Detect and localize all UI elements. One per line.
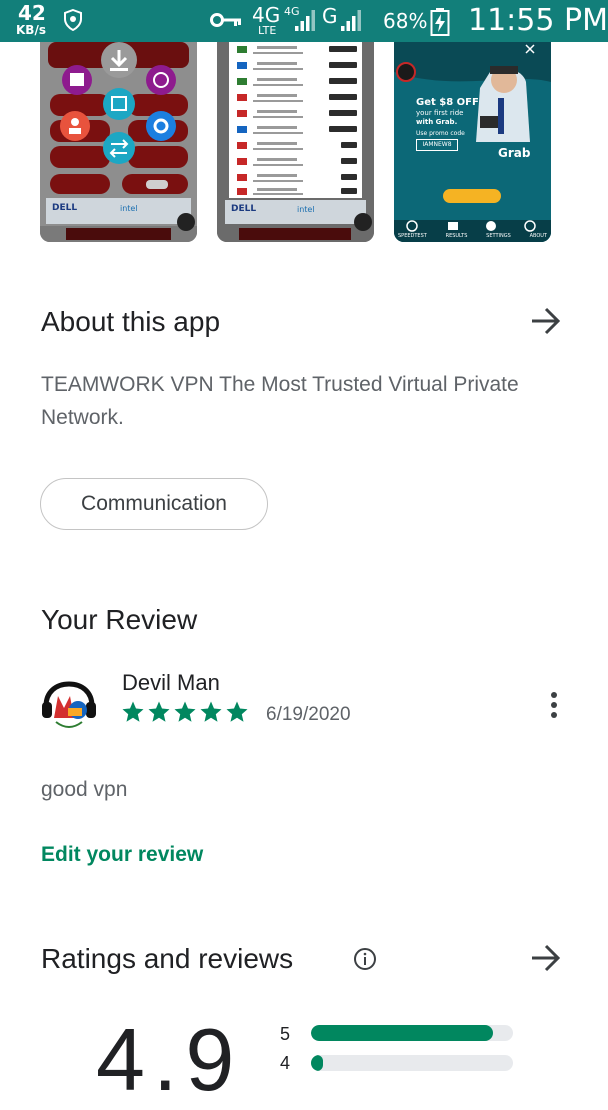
network-type: 4G [252,3,281,27]
rating-bar-5 [311,1025,513,1041]
rating-bar-label-4: 4 [280,1053,291,1073]
app-screenshot-1[interactable]: DELL intel [40,42,197,242]
more-vert-icon[interactable] [544,690,564,720]
screenshot-nav: SPEEDTEST RESULTS SETTINGS ABOUT [398,233,547,239]
status-bar: 42 KB/s 4G LTE 4G G 68% 11:55 PM [0,0,608,42]
star-icon [148,701,170,722]
about-title[interactable]: About this app [41,305,220,339]
category-chip[interactable]: Communication [40,478,268,530]
edit-review-link[interactable]: Edit your review [41,840,203,870]
signal-icon [295,10,315,31]
screenshot-carousel[interactable]: DELL intel DELL intel Get $8 OFF your fi… [0,42,608,243]
nav-results: RESULTS [445,233,468,239]
nav-settings: SETTINGS [486,233,511,239]
net-speed-value: 42 [18,1,46,25]
reviewer-name: Devil Man [122,670,220,695]
battery-percent: 68% [383,9,428,33]
star-icon [122,701,144,722]
rating-bar-4 [311,1055,513,1071]
review-text: good vpn [41,778,128,801]
arrow-right-icon[interactable] [530,306,562,336]
app-screenshot-3[interactable]: Get $8 OFF your first ride with Grab. Us… [394,42,551,242]
signal-icon [341,10,361,31]
dell-badge: DELL [52,203,78,213]
nav-speedtest: SPEEDTEST [398,233,427,239]
network-type-g: G [322,4,338,28]
star-icon [174,701,196,722]
review-star-rating [121,700,249,726]
app-screenshot-2[interactable]: DELL intel [217,42,374,242]
avatar [40,678,98,736]
star-icon [226,701,248,722]
promo-line-2: with Grab. [416,118,458,126]
your-review-title: Your Review [41,604,198,635]
promo-code: IAMNEW8 [416,139,458,151]
intel-badge: intel [297,205,315,214]
rating-bar-fill [311,1025,493,1041]
promo-brand: Grab [498,146,531,160]
app-description: TEAMWORK VPN The Most Trusted Virtual Pr… [41,373,519,429]
promo-line-1: your first ride [416,109,464,117]
battery-charging-icon [430,8,450,36]
review-date: 6/19/2020 [266,704,351,725]
intel-badge: intel [120,204,138,213]
star-icon [200,701,222,722]
key-icon [210,13,241,27]
arrow-right-icon[interactable] [530,943,562,973]
promo-line-3: Use promo code [416,130,465,137]
net-speed-unit: KB/s [16,23,46,37]
clock: 11:55 PM [468,3,608,38]
info-icon[interactable] [353,947,377,971]
average-rating: 4.9 [96,1010,243,1109]
network-subtype: LTE [258,24,277,37]
rating-bar-label-5: 5 [280,1024,291,1044]
vpn-shield-icon [64,9,82,31]
rating-bar-fill [311,1055,324,1071]
nav-about: ABOUT [529,233,547,239]
promo-title: Get $8 OFF [416,97,479,108]
ratings-title[interactable]: Ratings and reviews [41,942,293,976]
dell-badge: DELL [231,204,257,214]
